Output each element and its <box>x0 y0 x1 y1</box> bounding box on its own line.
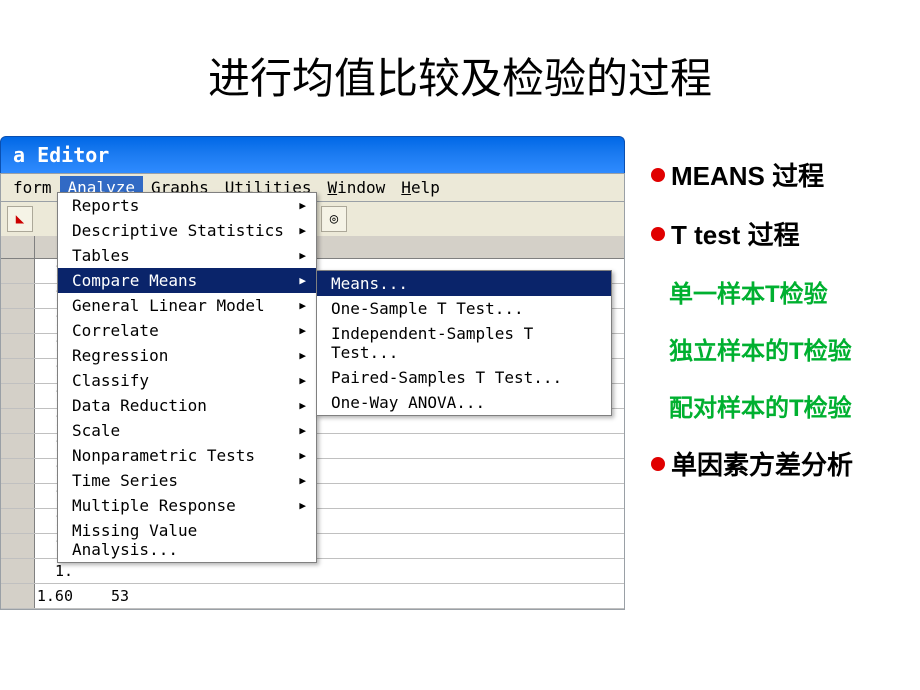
bullet-ttest: T test 过程 <box>651 215 853 252</box>
menu-item-reports[interactable]: Reports▶ <box>58 193 316 218</box>
row-header[interactable] <box>1 559 35 583</box>
content-area: a Editor form Analyze Graphs Utilities W… <box>0 136 920 610</box>
menu-item-missing-value-analysis-[interactable]: Missing Value Analysis... <box>58 518 316 562</box>
submenu-arrow-icon: ▶ <box>299 474 306 487</box>
menu-window[interactable]: Window <box>319 176 393 199</box>
row-header[interactable] <box>1 309 35 333</box>
menu-item-descriptive-statistics[interactable]: Descriptive Statistics▶ <box>58 218 316 243</box>
row-header[interactable] <box>1 334 35 358</box>
submenu-arrow-icon: ▶ <box>299 499 306 512</box>
table-row: 1.6053 <box>1 584 624 609</box>
menu-item-compare-means[interactable]: Compare Means▶ <box>58 268 316 293</box>
menu-item-data-reduction[interactable]: Data Reduction▶ <box>58 393 316 418</box>
submenu-arrow-icon: ▶ <box>299 249 306 262</box>
menu-form[interactable]: form <box>5 176 60 199</box>
toolbar-button-3[interactable]: ◎ <box>321 206 347 232</box>
menu-item-general-linear-model[interactable]: General Linear Model▶ <box>58 293 316 318</box>
menu-item-classify[interactable]: Classify▶ <box>58 368 316 393</box>
row-header[interactable] <box>1 384 35 408</box>
toolbar-button-1[interactable]: ◣ <box>7 206 33 232</box>
corner-cell[interactable] <box>1 236 35 258</box>
analyze-menu-dropdown: Reports▶Descriptive Statistics▶Tables▶Co… <box>57 192 317 563</box>
submenu-item-paired-samples-t-test-[interactable]: Paired-Samples T Test... <box>317 365 611 390</box>
bullet-anova: 单因素方差分析 <box>651 445 853 482</box>
row-header[interactable] <box>1 434 35 458</box>
bullet-icon <box>651 168 665 182</box>
submenu-item-independent-samples-t-test-[interactable]: Independent-Samples T Test... <box>317 321 611 365</box>
sub-independent: 独立样本的T检验 <box>669 331 853 366</box>
compare-means-submenu: Means...One-Sample T Test...Independent-… <box>316 270 612 416</box>
submenu-arrow-icon: ▶ <box>299 399 306 412</box>
submenu-arrow-icon: ▶ <box>299 199 306 212</box>
row-header[interactable] <box>1 484 35 508</box>
submenu-item-means-[interactable]: Means... <box>317 271 611 296</box>
submenu-arrow-icon: ▶ <box>299 299 306 312</box>
row-header[interactable] <box>1 534 35 558</box>
submenu-arrow-icon: ▶ <box>299 374 306 387</box>
bullet-text: T test 过程 <box>671 215 800 252</box>
row-header[interactable] <box>1 509 35 533</box>
menu-item-time-series[interactable]: Time Series▶ <box>58 468 316 493</box>
menu-item-correlate[interactable]: Correlate▶ <box>58 318 316 343</box>
row-header[interactable] <box>1 459 35 483</box>
app-screenshot: a Editor form Analyze Graphs Utilities W… <box>0 136 625 610</box>
cell[interactable]: 1. <box>35 562 79 580</box>
sub-one-sample: 单一样本T检验 <box>669 274 853 309</box>
row-header[interactable] <box>1 259 35 283</box>
submenu-arrow-icon: ▶ <box>299 349 306 362</box>
row-header[interactable] <box>1 584 35 608</box>
menu-item-regression[interactable]: Regression▶ <box>58 343 316 368</box>
bullet-means: MEANS 过程 <box>651 156 853 193</box>
submenu-arrow-icon: ▶ <box>299 424 306 437</box>
submenu-item-one-sample-t-test-[interactable]: One-Sample T Test... <box>317 296 611 321</box>
submenu-arrow-icon: ▶ <box>299 224 306 237</box>
menu-item-scale[interactable]: Scale▶ <box>58 418 316 443</box>
slide-title: 进行均值比较及检验的过程 <box>0 0 920 136</box>
row-header[interactable] <box>1 409 35 433</box>
cell[interactable]: 1.60 <box>35 587 79 605</box>
cell[interactable]: 53 <box>79 587 135 605</box>
submenu-arrow-icon: ▶ <box>299 449 306 462</box>
bullet-icon <box>651 227 665 241</box>
menu-item-nonparametric-tests[interactable]: Nonparametric Tests▶ <box>58 443 316 468</box>
bullet-text: MEANS 过程 <box>671 156 824 193</box>
bullet-text: 单因素方差分析 <box>671 445 853 482</box>
row-header[interactable] <box>1 284 35 308</box>
submenu-item-one-way-anova-[interactable]: One-Way ANOVA... <box>317 390 611 415</box>
side-annotations: MEANS 过程 T test 过程 单一样本T检验 独立样本的T检验 配对样本… <box>625 136 853 504</box>
menu-item-multiple-response[interactable]: Multiple Response▶ <box>58 493 316 518</box>
menu-help[interactable]: Help <box>393 176 448 199</box>
menu-item-tables[interactable]: Tables▶ <box>58 243 316 268</box>
window-titlebar: a Editor <box>0 136 625 173</box>
row-header[interactable] <box>1 359 35 383</box>
submenu-arrow-icon: ▶ <box>299 324 306 337</box>
submenu-arrow-icon: ▶ <box>299 274 306 287</box>
bullet-icon <box>651 457 665 471</box>
sub-paired: 配对样本的T检验 <box>669 388 853 423</box>
